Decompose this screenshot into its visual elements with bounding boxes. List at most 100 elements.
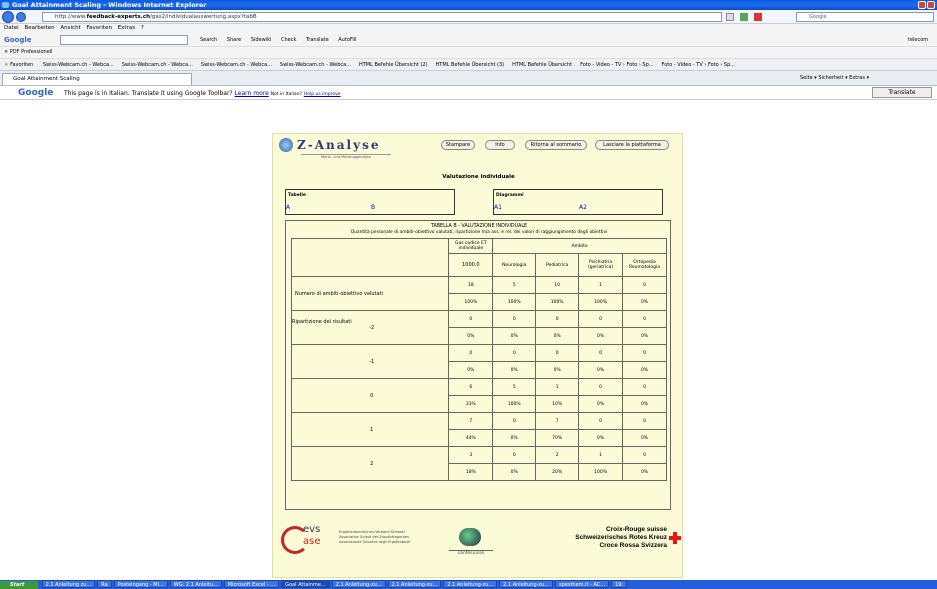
favorite-item[interactable]: Foto - Video - TV › Foto › Sp... [580,62,653,68]
taskbar-item[interactable]: 2.1 Anleitung-zu... [499,580,553,588]
taskbar-item[interactable]: Microsoft Excel - ... [223,580,280,588]
table-cell: 0 [492,412,537,430]
tab-goal-attainment[interactable]: Goal Attainment Scaling [2,73,192,85]
taskbar-item[interactable]: Ra [97,580,112,588]
stampare-button[interactable]: Stampare [441,140,475,150]
page-content: Z-Analyse Mario- und Metazuggendyse Stam… [0,100,937,580]
dropdown-icon[interactable] [726,13,734,21]
table-cell: 100% [578,463,624,481]
toolbar-share[interactable]: Share [227,37,241,43]
header-code: 1000.0 [448,253,494,277]
google-search-input[interactable] [60,35,188,45]
lasciare-button[interactable]: Lasciare la piattaforma [595,140,669,150]
tabelle-label: Tabelle [288,193,306,198]
taskbar-item[interactable]: 2.1 Anleitung-zu... [331,580,386,588]
learn-more-link[interactable]: Learn more [235,90,269,97]
level-label: 0 [290,378,450,413]
menu-extras[interactable]: Extras [118,25,135,31]
table-cell: 0 [492,446,537,464]
toolbar-check[interactable]: Check [281,37,296,43]
favorites-button[interactable]: Favoriten [10,62,33,68]
favorite-item[interactable]: Swiss-Webcam.ch - Webca... [43,62,114,68]
favorite-item[interactable]: Swiss-Webcam.ch - Webca... [201,62,272,68]
results-table: Gas codice ET individuale Ambito 1000.0 … [290,238,667,481]
toolbar-sidewiki[interactable]: Sidewiki [251,37,272,43]
address-row: http://www.feedback-experts.ch/gas2/indi… [0,10,937,24]
forward-button[interactable] [16,12,26,22]
toolbar-telecom[interactable]: telecom [908,37,928,43]
minimize-button[interactable] [918,1,926,9]
favorite-item[interactable]: HTML Befehle Übersicht [512,62,572,68]
menu-favoriten[interactable]: Favoriten [86,25,111,31]
taskbar-item[interactable]: 2.1 Anleitung-zu... [387,580,442,588]
table-cell: 0 [622,412,667,430]
header-ambito: Ambito [492,238,667,254]
google-toolbar-logo: Google [4,36,32,44]
not-italian-text: Not in Italian? [270,92,302,97]
table-cell: 0 [622,310,667,328]
table-cell: 1 [578,446,624,464]
pdf-bar: × PDF Professionell [0,47,937,58]
sommario-button[interactable]: Ritorna al sommario [525,140,587,150]
table-cell: 6 [448,378,494,396]
table-cell: 0 [578,344,624,362]
table-cell: 7 [448,412,494,430]
taskbar: Start 2.1 Anleitung zu... Ra Posteingang -… [0,580,937,589]
address-bar[interactable]: http://www.feedback-experts.ch/gas2/indi… [42,12,722,22]
favorite-item[interactable]: Swiss-Webcam.ch - Webca... [122,62,193,68]
table-cell: 100% [492,395,537,413]
favorite-item[interactable]: HTML Befehle Übersicht (2) [359,62,428,68]
table-row: 170700 [290,412,667,447]
table-cell: 0% [622,361,667,379]
table-cell: 1 [535,378,580,396]
table-cell: 0 [622,446,667,464]
favorite-item[interactable]: Foto - Video - TV › Foto › Sp... [662,62,735,68]
level-label: 2 [290,446,450,481]
toolbar-translate[interactable]: Translate [306,37,329,43]
table-cell: 0 [535,344,580,362]
menu-ansicht[interactable]: Ansicht [60,25,80,31]
row-count-label: Numero di ambiti-obiettivo valutati [290,276,450,311]
command-bar[interactable]: Seite ▾ Sicherheit ▾ Extras ▾ [800,75,869,81]
tabelle-link-b[interactable]: B [371,204,375,211]
table-cell: 5 [492,378,537,396]
tabelle-link-a[interactable]: A [286,204,290,211]
tabelle-box: Tabelle A B [285,189,455,215]
menu-bar: Datei Bearbeiten Ansicht Favoriten Extra… [0,24,937,33]
stop-icon[interactable] [754,13,762,21]
table-cell: 2 [535,446,580,464]
table-cell: 0 [578,412,624,430]
toolbar-autofill[interactable]: AutoFill [338,37,356,43]
help-improve-link[interactable]: Help us improve [304,92,341,97]
table-cell: 0% [492,463,537,481]
search-input[interactable]: Google [796,12,934,22]
evs-text-it: Associazione Svizzera degli Ergoterapist… [339,540,411,544]
favorite-item[interactable]: HTML Befehle Übersicht (3) [436,62,505,68]
menu-help[interactable]: ? [141,25,144,31]
toolbar-search[interactable]: Search [200,37,217,43]
table-cell: 0% [492,429,537,447]
menu-bearbeiten[interactable]: Bearbeiten [24,25,54,31]
favorite-item[interactable]: Swiss-Webcam.ch - Webca... [280,62,351,68]
menu-datei[interactable]: Datei [4,25,19,31]
translate-button[interactable]: Translate [872,87,932,98]
taskbar-item[interactable]: Goal Attainme... [281,580,330,588]
info-button[interactable]: Info [485,140,515,150]
taskbar-item[interactable]: 2.1 Anleitung-zu... [443,580,498,588]
start-button[interactable]: Start [0,581,38,589]
back-button[interactable] [2,11,14,23]
table-cell: 18% [448,463,494,481]
diagrammi-link-a1[interactable]: A1 [494,204,502,211]
table-cell: 0% [535,361,580,379]
taskbar-item[interactable]: Posteingang - Mi... [113,580,168,588]
taskbar-item[interactable]: spesthem.it - AC... [555,580,610,588]
taskbar-item[interactable]: 2.1 Anleitung zu... [41,580,96,588]
refresh-icon[interactable] [740,13,748,21]
taskbar-item[interactable]: 19: [611,580,628,588]
diagrammi-link-a2[interactable]: A2 [579,204,587,211]
header-psichiatria: Psichiatria (geriatrica) [578,253,624,277]
taskbar-item[interactable]: WG: 2.1 Anleitu... [169,580,222,588]
pdf-professional[interactable]: PDF Professionell [10,49,53,55]
table-cell: 0 [622,378,667,396]
close-button[interactable] [927,1,935,9]
